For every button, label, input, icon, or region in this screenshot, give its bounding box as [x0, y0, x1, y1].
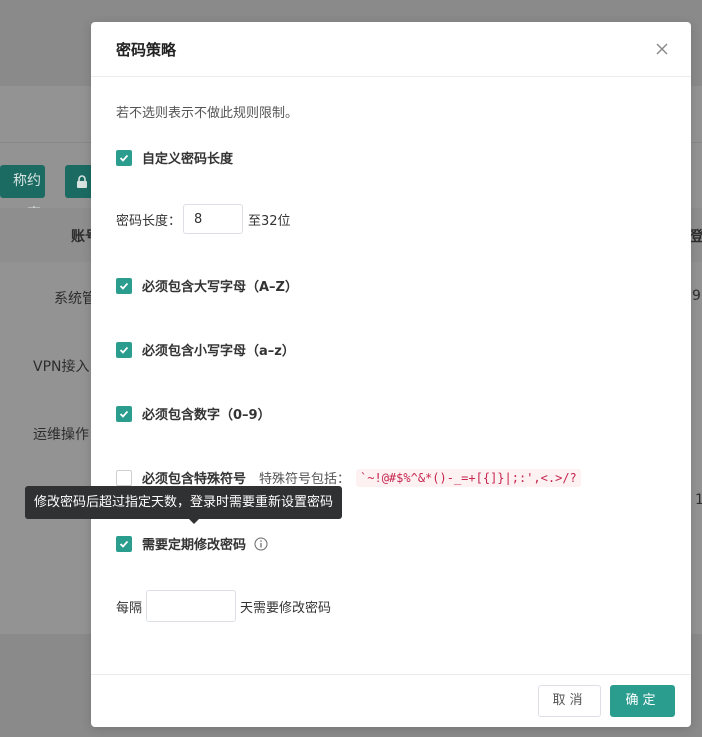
custom-length-row: 自定义密码长度 — [116, 148, 233, 167]
periodic-change-label: 需要定期修改密码 — [142, 538, 247, 553]
checkmark-icon — [119, 282, 129, 290]
checkmark-icon — [119, 154, 129, 162]
periodic-change-tooltip: 修改密码后超过指定天数，登录时需要重新设置密码 — [25, 486, 343, 519]
uppercase-row: 必须包含大写字母（A–Z） — [116, 276, 298, 295]
uppercase-label: 必须包含大写字母（A–Z） — [142, 280, 298, 295]
checkmark-icon — [119, 346, 129, 354]
custom-length-label: 自定义密码长度 — [142, 152, 234, 167]
custom-length-checkbox[interactable] — [116, 149, 132, 166]
digits-checkbox[interactable] — [116, 405, 132, 422]
special-chars-checkbox[interactable] — [116, 469, 132, 486]
uppercase-checkbox[interactable] — [116, 277, 132, 294]
interval-prefix: 每隔 — [116, 600, 143, 616]
interval-suffix: 天需要修改密码 — [240, 600, 332, 616]
background-row-2: VPN接入 — [33, 359, 90, 375]
info-icon[interactable] — [254, 537, 268, 551]
dialog-header: 密码策略 — [91, 22, 691, 77]
interval-days-input[interactable] — [146, 590, 237, 622]
dialog-title: 密码策略 — [116, 41, 177, 59]
lowercase-checkbox[interactable] — [116, 341, 132, 358]
special-chars-label: 必须包含特殊符号 — [142, 472, 247, 487]
periodic-change-checkbox[interactable] — [116, 535, 132, 552]
background-row-1: 系统管 — [54, 291, 96, 307]
special-chars-desc: 特殊符号包括： — [259, 472, 351, 487]
dialog-hint: 若不选则表示不做此规则限制。 — [116, 106, 299, 121]
background-value-2: 1 — [695, 492, 702, 508]
confirm-button[interactable]: 确定 — [610, 685, 675, 717]
password-policy-dialog: 密码策略 若不选则表示不做此规则限制。 自定义密码长度 密码长度： 至32位 必… — [91, 22, 691, 727]
password-length-input[interactable] — [183, 204, 244, 234]
close-button[interactable] — [653, 40, 671, 58]
cancel-button[interactable]: 取消 — [538, 685, 601, 717]
password-length-label: 密码长度： — [116, 213, 182, 229]
background-constraint-button: 称约束 — [0, 165, 45, 222]
special-chars-list: `~!@#$%^&*()-_=+[{]}|;:',<.>/? — [356, 468, 581, 487]
special-chars-row: 必须包含特殊符号 特殊符号包括： `~!@#$%^&*()-_=+[{]}|;:… — [116, 468, 581, 487]
lowercase-row: 必须包含小写字母（a–z） — [116, 340, 295, 359]
lock-icon — [77, 175, 87, 188]
background-header-login: 登录 — [690, 229, 702, 245]
dialog-footer: 取消 确定 — [91, 674, 691, 728]
close-icon — [656, 43, 668, 55]
checkmark-icon — [119, 540, 129, 548]
tooltip-arrow — [189, 519, 199, 524]
password-length-row: 密码长度： 至32位 — [116, 204, 291, 234]
password-length-suffix: 至32位 — [248, 213, 291, 229]
background-row-3: 运维操作 — [33, 427, 89, 443]
checkmark-icon — [119, 410, 129, 418]
periodic-change-row: 需要定期修改密码 — [116, 534, 268, 553]
background-value-1: 9 — [692, 288, 701, 304]
digits-label: 必须包含数字（0–9） — [142, 408, 271, 423]
lowercase-label: 必须包含小写字母（a–z） — [142, 344, 295, 359]
interval-row: 每隔 天需要修改密码 — [116, 590, 331, 622]
digits-row: 必须包含数字（0–9） — [116, 404, 271, 423]
